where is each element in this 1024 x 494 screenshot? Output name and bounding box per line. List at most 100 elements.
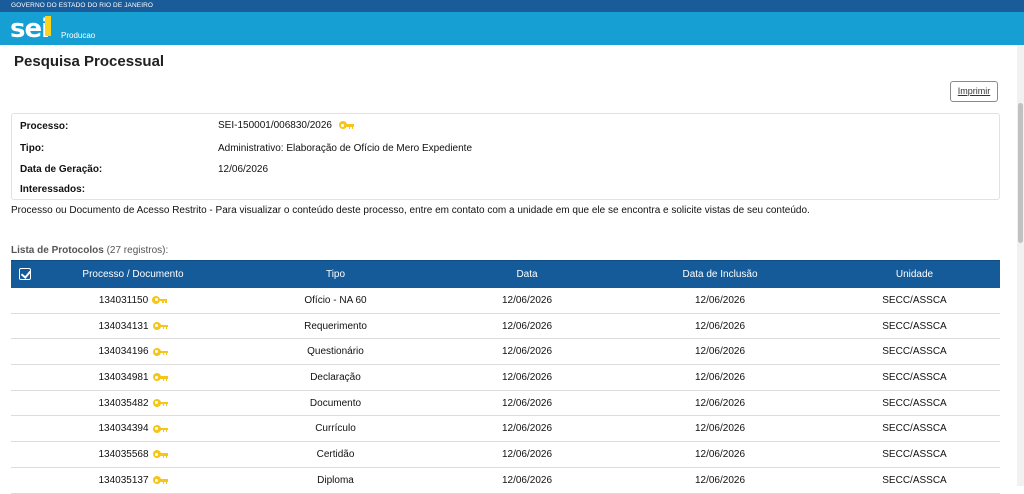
print-button[interactable]: Imprimir: [950, 81, 998, 102]
type-cell: Ofício - NA 60: [228, 287, 443, 314]
column-header-document: Processo / Documento: [38, 260, 228, 288]
document-cell[interactable]: 134035568: [38, 441, 228, 468]
inclusion-date-cell: 12/06/2026: [611, 287, 829, 314]
restricted-access-notice: Processo ou Documento de Acesso Restrito…: [11, 205, 810, 216]
row-spacer: [11, 415, 38, 443]
document-link[interactable]: 134031150: [99, 295, 148, 306]
sei-logo[interactable]: sei: [10, 16, 50, 42]
document-cell[interactable]: 134035482: [38, 390, 228, 417]
row-spacer: [11, 467, 38, 494]
generation-date: 12/06/2026: [218, 164, 269, 175]
key-icon: [152, 321, 168, 330]
unit-cell: SECC/ASSCA: [829, 364, 1000, 391]
inclusion-date-cell: 12/06/2026: [611, 467, 829, 494]
type-cell: Diploma: [228, 467, 443, 494]
date-cell: 12/06/2026: [443, 313, 611, 340]
document-link[interactable]: 134034981: [98, 372, 148, 383]
row-spacer: [11, 390, 38, 417]
column-header-unit: Unidade: [829, 260, 1000, 288]
document-cell[interactable]: 134034394: [38, 415, 228, 443]
type-cell: Certidão: [228, 441, 443, 468]
brand-bar: sei Producao: [0, 12, 1024, 45]
key-icon: [152, 398, 168, 407]
unit-cell: SECC/ASSCA: [829, 390, 1000, 417]
system-name: Producao: [61, 31, 96, 40]
date-cell: 12/06/2026: [443, 415, 611, 443]
key-icon: [152, 476, 168, 485]
type-cell: Declaração: [228, 364, 443, 391]
key-icon: [152, 295, 168, 304]
checkbox-icon[interactable]: [18, 268, 31, 281]
row-spacer: [11, 287, 38, 314]
table-row[interactable]: 134034131 Requerimento 12/06/2026 12/06/202…: [11, 313, 1000, 340]
document-link[interactable]: 134035568: [98, 449, 148, 460]
column-header-inclusion-date: Data de Inclusão: [611, 260, 829, 288]
document-link[interactable]: 134035137: [98, 475, 148, 486]
date-cell: 12/06/2026: [443, 467, 611, 494]
protocol-table: Processo / Documento Tipo Data Data de I…: [11, 260, 1000, 494]
unit-cell: SECC/ASSCA: [829, 287, 1000, 314]
date-cell: 12/06/2026: [443, 338, 611, 366]
row-spacer: [11, 313, 38, 340]
process-label: Processo:: [20, 121, 69, 132]
date-cell: 12/06/2026: [443, 287, 611, 314]
date-cell: 12/06/2026: [443, 364, 611, 391]
column-header-type: Tipo: [228, 260, 443, 288]
inclusion-date-cell: 12/06/2026: [611, 441, 829, 468]
table-row[interactable]: 134031150 Ofício - NA 60 12/06/2026 12/06/2…: [11, 287, 1000, 314]
vertical-scrollbar[interactable]: [1017, 45, 1024, 486]
table-row[interactable]: 134034981 Declaração 12/06/2026 12/06/2026 S…: [11, 364, 1000, 391]
type-label: Tipo:: [20, 143, 45, 154]
process-type: Administrativo: Elaboração de Ofício de …: [218, 143, 473, 154]
document-cell[interactable]: 134034131: [38, 313, 228, 340]
key-icon: [152, 347, 168, 356]
table-row[interactable]: 134035137 Diploma 12/06/2026 12/06/2026 SECC…: [11, 467, 1000, 494]
generation-date-label: Data de Geração:: [20, 164, 103, 175]
page-title: Pesquisa Processual: [14, 53, 165, 70]
key-icon: [152, 450, 168, 459]
document-cell[interactable]: 134035137: [38, 467, 228, 494]
document-cell[interactable]: 134034196: [38, 338, 228, 366]
interested-label: Interessados:: [20, 184, 86, 195]
unit-cell: SECC/ASSCA: [829, 415, 1000, 443]
key-icon: [338, 121, 354, 130]
select-all-cell[interactable]: [11, 260, 38, 288]
protocol-list-title: Lista de Protocolos: [11, 245, 104, 256]
protocol-list-count: (27 registros):: [106, 245, 169, 256]
inclusion-date-cell: 12/06/2026: [611, 390, 829, 417]
document-link[interactable]: 134034394: [98, 423, 148, 434]
print-button-label: Imprimir: [957, 86, 991, 96]
row-spacer: [11, 338, 38, 366]
government-bar: GOVERNO DO ESTADO DO RIO DE JANEIRO: [0, 0, 1024, 12]
process-number: SEI-150001/006830/2026: [218, 120, 354, 131]
logo-mark-icon: [45, 16, 51, 36]
protocol-table-body: 134031150 Ofício - NA 60 12/06/2026 12/06/2…: [11, 287, 1000, 494]
key-icon: [152, 373, 168, 382]
table-header-row: Processo / Documento Tipo Data Data de I…: [11, 260, 1000, 288]
type-cell: Questionário: [228, 338, 443, 366]
document-link[interactable]: 134035482: [98, 398, 148, 409]
document-cell[interactable]: 134034981: [38, 364, 228, 391]
date-cell: 12/06/2026: [443, 390, 611, 417]
type-cell: Currículo: [228, 415, 443, 443]
table-row[interactable]: 134034394 Currículo 12/06/2026 12/06/2026 SE…: [11, 415, 1000, 443]
inclusion-date-cell: 12/06/2026: [611, 313, 829, 340]
table-row[interactable]: 134035482 Documento 12/06/2026 12/06/2026 SE…: [11, 390, 1000, 417]
process-info-box: Processo: SEI-150001/006830/2026 Tipo: A…: [11, 113, 1000, 200]
inclusion-date-cell: 12/06/2026: [611, 415, 829, 443]
document-cell[interactable]: 134031150: [38, 287, 228, 314]
date-cell: 12/06/2026: [443, 441, 611, 468]
key-icon: [152, 424, 168, 433]
type-cell: Documento: [228, 390, 443, 417]
document-link[interactable]: 134034196: [98, 346, 148, 357]
inclusion-date-cell: 12/06/2026: [611, 364, 829, 391]
unit-cell: SECC/ASSCA: [829, 467, 1000, 494]
column-header-date: Data: [443, 260, 611, 288]
document-link[interactable]: 134034131: [98, 321, 148, 332]
protocol-list-caption: Lista de Protocolos (27 registros):: [11, 245, 168, 256]
unit-cell: SECC/ASSCA: [829, 338, 1000, 366]
scrollbar-thumb[interactable]: [1018, 103, 1023, 243]
table-row[interactable]: 134035568 Certidão 12/06/2026 12/06/2026 SEC…: [11, 441, 1000, 468]
unit-cell: SECC/ASSCA: [829, 441, 1000, 468]
table-row[interactable]: 134034196 Questionário 12/06/2026 12/06/202…: [11, 338, 1000, 366]
